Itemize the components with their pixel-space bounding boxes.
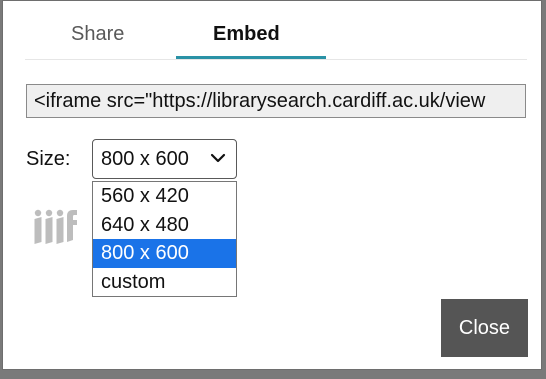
size-select[interactable]: 800 x 600: [92, 139, 237, 179]
size-option-640x480[interactable]: 640 x 480: [93, 211, 236, 240]
chevron-down-icon: [210, 153, 226, 163]
iiif-logo[interactable]: [33, 209, 79, 245]
size-label: Size:: [26, 148, 71, 170]
size-option-800x600[interactable]: 800 x 600: [93, 239, 236, 268]
tab-share[interactable]: Share: [71, 21, 124, 47]
embed-dialog: Share Embed <iframe src="https://library…: [2, 0, 542, 370]
tab-embed[interactable]: Embed: [213, 21, 280, 47]
tab-bar: Share Embed: [25, 1, 527, 60]
active-tab-indicator: [176, 56, 326, 59]
size-options-list: 560 x 420 640 x 480 800 x 600 custom: [92, 181, 237, 297]
size-option-custom[interactable]: custom: [93, 268, 236, 297]
close-button[interactable]: Close: [441, 299, 528, 357]
size-select-value: 800 x 600: [101, 148, 189, 170]
size-option-560x420[interactable]: 560 x 420: [93, 182, 236, 211]
embed-code-input[interactable]: <iframe src="https://librarysearch.cardi…: [26, 84, 526, 118]
